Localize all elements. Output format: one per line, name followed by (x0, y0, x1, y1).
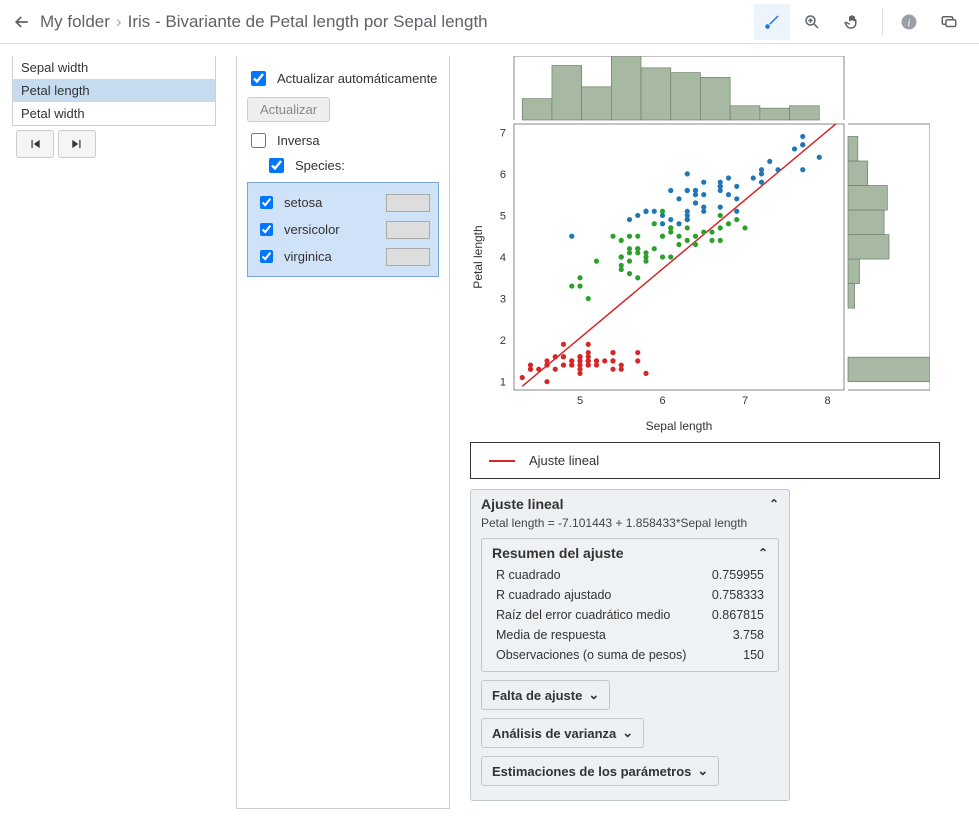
next-variable-button[interactable] (58, 130, 96, 158)
breadcrumb-sep: › (116, 12, 122, 32)
breadcrumb-folder[interactable]: My folder (40, 12, 110, 32)
param-est-label: Estimaciones de los parámetros (492, 764, 691, 779)
species-item-checkbox[interactable] (260, 223, 273, 236)
species-label: Species: (295, 158, 345, 173)
species-box: setosa versicolor virginica (247, 182, 439, 277)
svg-text:6: 6 (659, 395, 665, 407)
svg-text:7: 7 (742, 395, 748, 407)
species-row[interactable]: versicolor (256, 216, 430, 243)
fit-summary-panel: Resumen del ajuste ⌃ R cuadrado 0.759955… (481, 538, 779, 672)
fit-summary-header[interactable]: Resumen del ajuste ⌃ (492, 545, 768, 561)
breadcrumb: My folder › Iris - Bivariante de Petal l… (40, 12, 746, 32)
species-row[interactable]: setosa (256, 189, 430, 216)
table-row: Observaciones (o suma de pesos) 150 (492, 645, 768, 665)
pan-button[interactable] (834, 4, 870, 40)
anova-toggle[interactable]: Análisis de varianza ⌄ (481, 718, 644, 748)
results-area: Ajuste lineal ⌃ Petal length = -7.101443… (470, 489, 790, 801)
svg-text:1: 1 (500, 377, 506, 389)
species-item-label: virginica (284, 249, 378, 264)
linear-fit-header[interactable]: Ajuste lineal ⌃ (481, 496, 779, 512)
breadcrumb-title: Iris - Bivariante de Petal length por Se… (128, 12, 488, 32)
table-row: Raíz del error cuadrático medio 0.867815 (492, 605, 768, 625)
fit-summary-title: Resumen del ajuste (492, 545, 624, 561)
info-button[interactable]: i (891, 4, 927, 40)
table-row: R cuadrado 0.759955 (492, 565, 768, 585)
header: My folder › Iris - Bivariante de Petal l… (0, 0, 979, 44)
svg-text:3: 3 (500, 294, 506, 306)
species-input[interactable] (269, 158, 284, 173)
options-panel: Actualizar automáticamente Actualizar In… (236, 56, 450, 809)
fit-summary-table: R cuadrado 0.759955R cuadrado ajustado 0… (492, 565, 768, 665)
species-checkbox[interactable]: Species: (265, 155, 439, 176)
svg-text:2: 2 (500, 335, 506, 347)
species-item-label: setosa (284, 195, 378, 210)
svg-text:8: 8 (824, 395, 830, 407)
fit-legend-label: Ajuste lineal (529, 453, 599, 468)
variable-row[interactable]: Petal width (13, 102, 215, 125)
auto-update-label: Actualizar automáticamente (277, 71, 437, 86)
chevron-up-icon: ⌃ (769, 497, 779, 511)
summary-label: Observaciones (o suma de pesos) (492, 645, 704, 665)
scatter-chart[interactable]: 5 6 7 8 1 2 3 4 5 6 7 Sepal length Petal length (470, 56, 930, 436)
variable-row[interactable]: Sepal width (13, 56, 215, 79)
fit-legend: Ajuste lineal (470, 442, 940, 479)
summary-value: 150 (704, 645, 768, 665)
table-row: R cuadrado ajustado 0.758333 (492, 585, 768, 605)
table-row: Media de respuesta 3.758 (492, 625, 768, 645)
lack-of-fit-toggle[interactable]: Falta de ajuste ⌄ (481, 680, 610, 710)
summary-label: R cuadrado (492, 565, 704, 585)
linear-fit-title: Ajuste lineal (481, 496, 563, 512)
species-swatch[interactable] (386, 194, 430, 212)
svg-text:4: 4 (500, 252, 506, 264)
chevron-down-icon: ⌄ (622, 725, 633, 741)
species-swatch[interactable] (386, 221, 430, 239)
inverse-checkbox[interactable]: Inversa (247, 130, 439, 151)
summary-value: 0.758333 (704, 585, 768, 605)
svg-text:7: 7 (500, 127, 506, 139)
chevron-down-icon: ⌄ (697, 763, 708, 779)
back-button[interactable] (12, 12, 32, 32)
lack-of-fit-label: Falta de ajuste (492, 688, 582, 703)
summary-value: 0.867815 (704, 605, 768, 625)
species-swatch[interactable] (386, 248, 430, 266)
auto-update-input[interactable] (251, 71, 266, 86)
summary-value: 3.758 (704, 625, 768, 645)
summary-label: Media de respuesta (492, 625, 704, 645)
zoom-button[interactable] (794, 4, 830, 40)
inverse-label: Inversa (277, 133, 320, 148)
summary-label: R cuadrado ajustado (492, 585, 704, 605)
fit-legend-swatch (489, 460, 515, 462)
brush-tool-button[interactable] (754, 4, 790, 40)
svg-text:5: 5 (577, 395, 583, 407)
fit-formula: Petal length = -7.101443 + 1.858433*Sepa… (481, 512, 779, 532)
summary-label: Raíz del error cuadrático medio (492, 605, 704, 625)
species-item-checkbox[interactable] (260, 250, 273, 263)
chevron-up-icon: ⌃ (758, 546, 768, 560)
species-row[interactable]: virginica (256, 243, 430, 270)
variable-list: Sepal widthPetal lengthPetal width (12, 56, 216, 126)
auto-update-checkbox[interactable]: Actualizar automáticamente (247, 68, 439, 89)
svg-text:Sepal length: Sepal length (646, 419, 713, 433)
update-button[interactable]: Actualizar (247, 97, 330, 122)
svg-text:Petal length: Petal length (471, 225, 485, 288)
variable-nav (12, 126, 216, 162)
chevron-down-icon: ⌄ (588, 687, 599, 703)
comments-button[interactable] (931, 4, 967, 40)
summary-value: 0.759955 (704, 565, 768, 585)
svg-text:i: i (908, 17, 911, 28)
variable-row[interactable]: Petal length (13, 79, 215, 102)
svg-text:6: 6 (500, 169, 506, 181)
anova-label: Análisis de varianza (492, 726, 616, 741)
species-item-label: versicolor (284, 222, 378, 237)
prev-variable-button[interactable] (16, 130, 54, 158)
param-est-toggle[interactable]: Estimaciones de los parámetros ⌄ (481, 756, 719, 786)
toolbar-divider (882, 8, 883, 36)
inverse-input[interactable] (251, 133, 266, 148)
linear-fit-panel: Ajuste lineal ⌃ Petal length = -7.101443… (470, 489, 790, 801)
species-item-checkbox[interactable] (260, 196, 273, 209)
header-toolbar: i (754, 4, 967, 40)
svg-text:5: 5 (500, 210, 506, 222)
